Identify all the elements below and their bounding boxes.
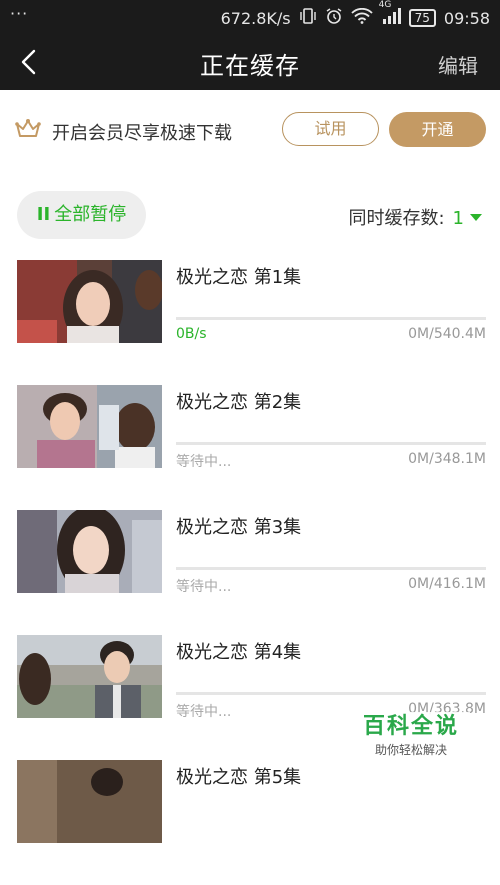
concurrent-label: 同时缓存数: — [348, 208, 445, 229]
notification-dots: ··· — [10, 4, 29, 23]
video-thumbnail — [17, 510, 162, 593]
video-thumbnail — [17, 260, 162, 343]
progress-bar — [176, 567, 486, 570]
progress-bar — [176, 442, 486, 445]
video-thumbnail — [17, 635, 162, 718]
episode-title: 极光之恋 第3集 — [176, 517, 302, 538]
concurrent-downloads-selector[interactable]: 同时缓存数: 1 — [348, 204, 482, 230]
episode-title: 极光之恋 第2集 — [176, 392, 302, 413]
edit-button[interactable]: 编辑 — [438, 50, 478, 79]
nav-bar: 正在缓存 编辑 — [0, 34, 500, 90]
download-status: 等待中... — [176, 454, 232, 470]
file-size: 0M/540.4M — [408, 326, 486, 342]
progress-bar — [176, 692, 486, 695]
watermark-subtitle: 助你轻松解决 — [374, 743, 447, 757]
list-item[interactable]: 极光之恋 第5集 — [0, 760, 500, 885]
trial-button[interactable]: 试用 — [282, 112, 379, 146]
dropdown-triangle-icon — [470, 213, 482, 221]
signal-icon: 4G — [379, 0, 401, 28]
network-type: 4G — [378, 0, 392, 10]
episode-title: 极光之恋 第1集 — [176, 267, 302, 288]
video-thumbnail — [17, 385, 162, 468]
download-status: 等待中... — [176, 579, 232, 595]
pause-icon: II — [36, 204, 51, 225]
watermark-title: 百科全说 — [362, 714, 459, 739]
status-bar-right: 672.8K/s 4G 75 09:58 — [220, 0, 490, 29]
clock: 09:58 — [443, 8, 490, 28]
episode-title: 极光之恋 第4集 — [176, 642, 302, 663]
progress-bar — [176, 317, 486, 320]
download-speed: 0B/s — [176, 326, 207, 342]
pause-all-button[interactable]: II 全部暂停 — [17, 191, 146, 239]
download-status: 等待中... — [176, 704, 232, 720]
list-item[interactable]: 极光之恋 第1集 0B/s 0M/540.4M — [0, 260, 500, 385]
list-item[interactable]: 极光之恋 第3集 等待中... 0M/416.1M — [0, 510, 500, 635]
vip-promo-text: 开启会员尽享极速下载 — [52, 123, 232, 144]
open-membership-button[interactable]: 开通 — [389, 112, 486, 147]
battery-icon: 75 — [408, 9, 436, 27]
pause-all-label: 全部暂停 — [54, 204, 127, 225]
wifi-icon — [350, 7, 373, 28]
list-item[interactable]: 极光之恋 第2集 等待中... 0M/348.1M — [0, 385, 500, 510]
file-size: 0M/416.1M — [408, 576, 486, 592]
video-thumbnail — [17, 760, 162, 843]
file-size: 0M/348.1M — [408, 451, 486, 467]
watermark-logo: 百科全说 助你轻松解决 — [352, 712, 470, 764]
episode-title: 极光之恋 第5集 — [176, 767, 302, 788]
concurrent-value: 1 — [452, 208, 464, 229]
page-title: 正在缓存 — [200, 52, 300, 80]
vip-banner: 开启会员尽享极速下载 试用 开通 — [0, 90, 500, 174]
alarm-icon — [325, 7, 343, 29]
network-speed: 672.8K/s — [220, 8, 291, 28]
status-bar: ··· 672.8K/s 4G 75 09:58 — [0, 0, 500, 34]
vibrate-icon — [299, 8, 317, 28]
crown-icon — [14, 118, 42, 140]
